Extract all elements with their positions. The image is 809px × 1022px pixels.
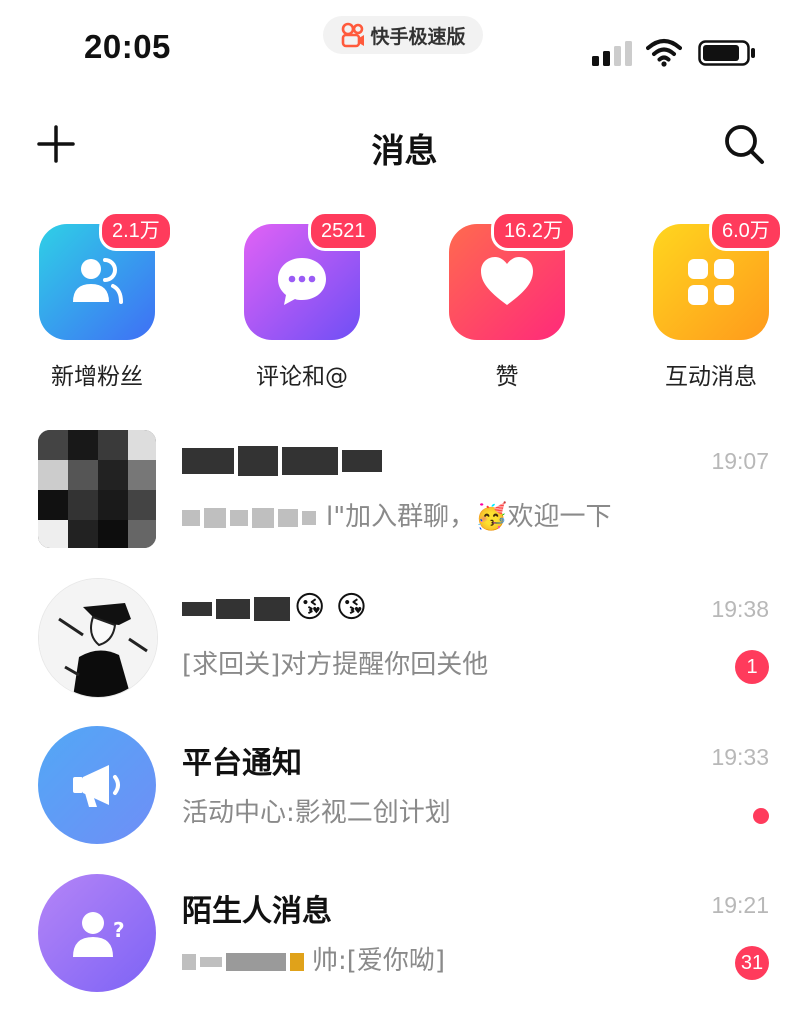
preview-text: 帅:[爱你呦] — [312, 946, 446, 976]
app-name: 快手极速版 — [370, 25, 466, 48]
preview-text: l"加入群聊，🥳欢迎一下 — [326, 502, 612, 532]
shortcut-interactions[interactable]: 6.0万 互动消息 — [653, 211, 809, 394]
page-title: 消息 — [371, 131, 438, 170]
redacted-text — [302, 510, 316, 525]
comment-icon — [278, 258, 326, 305]
avatar — [38, 430, 156, 548]
conversation-time: 19:07 — [711, 448, 769, 474]
wifi-icon — [646, 39, 682, 67]
redacted-text — [282, 446, 338, 475]
avatar: ? — [38, 874, 156, 992]
comments-badge: 2521 — [308, 211, 379, 251]
megaphone-icon — [73, 765, 120, 807]
avatar — [38, 578, 158, 698]
likes-badge: 16.2万 — [491, 211, 576, 251]
svg-text:?: ? — [113, 918, 125, 942]
followers-badge: 2.1万 — [99, 211, 173, 251]
pixelated-avatar-image — [38, 430, 156, 548]
battery-icon — [698, 40, 755, 66]
unread-dot — [753, 808, 769, 824]
heart-icon — [481, 257, 533, 305]
app-indicator-pill[interactable]: 快手极速版 — [323, 16, 483, 54]
conversation-name — [182, 442, 386, 477]
redacted-text — [226, 952, 286, 971]
conversation-item-stranger-messages[interactable]: ? 陌生人消息 帅:[爱你呦] 19:21 31 — [0, 864, 809, 1004]
conversation-time: 19:21 — [711, 892, 769, 918]
unknown-user-icon: ? — [73, 912, 125, 957]
redacted-text — [182, 509, 200, 526]
unread-count-badge: 31 — [735, 946, 769, 980]
avatar — [38, 726, 156, 844]
conversation-name-emoji: 😘 😘 — [294, 590, 367, 625]
conversation-preview: l"加入群聊，🥳欢迎一下 — [182, 496, 612, 533]
conversation-time: 19:38 — [711, 596, 769, 622]
conversation-name: 陌生人消息 — [182, 894, 332, 929]
redacted-text — [290, 952, 304, 971]
shortcut-label: 新增粉丝 — [51, 364, 143, 390]
redacted-text — [230, 509, 248, 526]
shortcut-comments-mentions[interactable]: 2521 评论和@ — [244, 211, 404, 394]
grid-icon — [688, 259, 734, 305]
shortcut-label: 互动消息 — [665, 364, 757, 390]
shortcut-label: 评论和@ — [256, 364, 348, 390]
conversation-item[interactable]: 😘 😘 [求回关]对方提醒你回关他 19:38 1 — [0, 568, 809, 708]
kuaishou-logo-icon — [342, 22, 365, 48]
conversation-item[interactable]: l"加入群聊，🥳欢迎一下 19:07 — [0, 420, 809, 560]
redacted-text — [182, 953, 196, 970]
conversation-preview: [求回关]对方提醒你回关他 — [182, 650, 489, 680]
redacted-text — [216, 598, 250, 619]
redacted-text — [342, 449, 382, 472]
redacted-text — [182, 447, 234, 474]
status-time: 20:05 — [84, 28, 171, 65]
conversation-preview: 帅:[爱你呦] — [182, 940, 445, 977]
search-icon[interactable] — [722, 122, 766, 166]
conversation-item-platform-notice[interactable]: 平台通知 活动中心:影视二创计划 19:33 — [0, 716, 809, 856]
redacted-text — [252, 507, 274, 528]
redacted-text — [204, 507, 226, 528]
shortcut-likes[interactable]: 16.2万 赞 — [449, 211, 609, 394]
redacted-text — [238, 445, 278, 476]
redacted-text — [182, 601, 212, 616]
unread-count-badge: 1 — [735, 650, 769, 684]
conversation-preview: 活动中心:影视二创计划 — [182, 798, 451, 828]
shortcut-label: 赞 — [495, 364, 519, 390]
redacted-text — [200, 956, 222, 967]
interactions-badge: 6.0万 — [709, 211, 783, 251]
status-bar: 20:05 快手极速版 — [0, 0, 809, 100]
cellular-signal-icon — [592, 41, 632, 66]
redacted-text — [278, 508, 298, 527]
shortcut-new-followers[interactable]: 2.1万 新增粉丝 — [39, 211, 199, 394]
followers-icon — [73, 258, 123, 304]
conversation-name: 平台通知 — [182, 746, 302, 781]
redacted-text — [254, 596, 290, 621]
conversation-time: 19:33 — [711, 744, 769, 770]
avatar-image — [39, 579, 157, 697]
conversation-name: 😘 😘 — [182, 590, 367, 625]
